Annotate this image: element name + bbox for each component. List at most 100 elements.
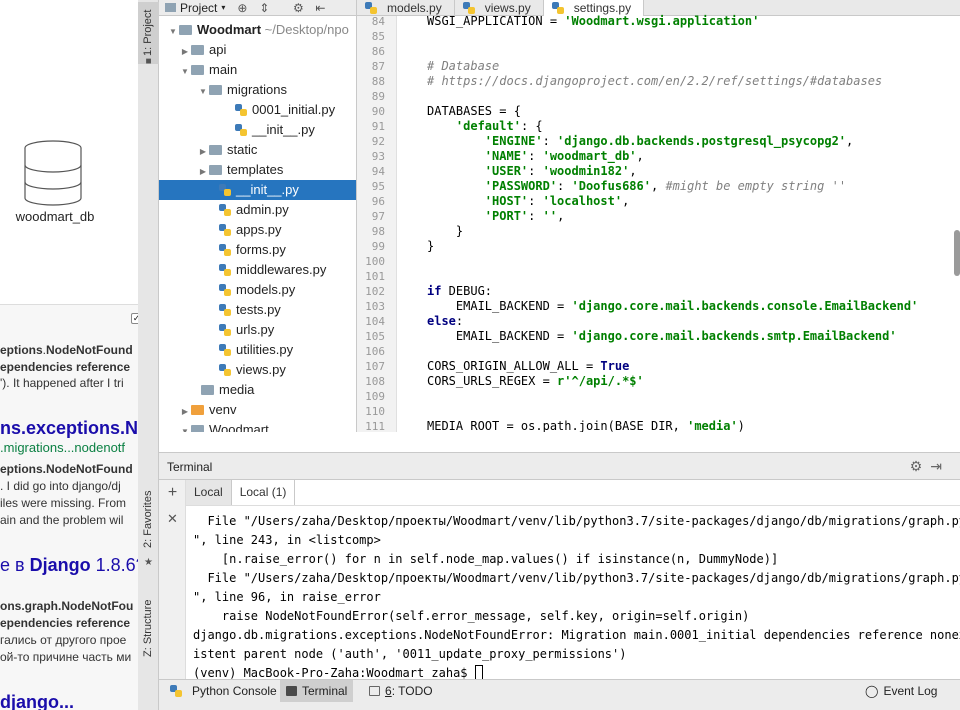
tree-item[interactable]: 0001_initial.py [159,100,356,120]
tree-item[interactable]: ▶ templates [159,160,356,182]
folder-icon [209,165,222,175]
tree-item-label: __init__.py [236,182,299,197]
tree-item-label: utilities.py [236,342,294,357]
code-line: # Database [427,59,499,74]
tree-item[interactable]: __init__.py [159,120,356,140]
search-snippet-line: ependencies reference [0,360,131,374]
tree-item[interactable]: tests.py [159,300,356,320]
code-line: EMAIL_BACKEND = 'django.core.mail.backen… [427,329,897,344]
database-label[interactable]: woodmart_db [0,209,110,224]
gear-icon[interactable]: ⚙ [910,458,931,474]
search-snippet-line: ependencies reference [0,616,131,630]
code-token: #might be empty string '' [665,179,847,193]
line-number: 95 [371,180,385,193]
code-line: MEDIA_ROOT = os.path.join(BASE_DIR, 'med… [427,419,745,432]
chevron-down-icon[interactable]: ▼ [179,422,191,432]
code-token: : [528,149,543,163]
line-number: 107 [365,360,385,373]
tree-item[interactable]: media [159,380,356,400]
terminal-title-bar: Terminal ⚙⇥ [159,453,960,480]
event-log-button[interactable]: ◯ Event Log [859,680,943,702]
code-token: EMAIL_BACKEND = [427,329,572,343]
chevron-down-icon[interactable]: ▼ [179,62,191,82]
search-result-heading[interactable]: django... [0,692,74,710]
chevron-down-icon[interactable]: ▼ [197,82,209,102]
tree-item-label: urls.py [236,322,275,337]
hide-icon[interactable]: ⇤ [309,1,331,15]
tree-item-label: static [227,142,258,157]
tree-item[interactable]: __init__.py [159,180,356,200]
hide-icon[interactable]: ⇥ [930,458,950,474]
gear-icon[interactable]: ⚙ [287,1,309,15]
chevron-right-icon[interactable]: ▶ [179,402,191,422]
tree-item[interactable]: admin.py [159,200,356,220]
tree-item[interactable]: middlewares.py [159,260,356,280]
python-file-icon [551,2,564,14]
tree-item[interactable]: ▶ api [159,40,356,62]
line-number: 86 [371,45,385,58]
editor-scrollbar[interactable] [954,230,960,276]
chevron-right-icon[interactable]: ▶ [197,162,209,182]
terminal-button[interactable]: Terminal [280,680,354,702]
tree-item[interactable]: apps.py [159,220,356,240]
code-line: CORS_ORIGIN_ALLOW_ALL = True [427,359,629,374]
python-console-button[interactable]: Python Console [164,680,283,702]
tree-item[interactable]: models.py [159,280,356,300]
code-token: , [650,179,666,193]
code-token: EMAIL_BACKEND = [427,299,572,313]
search-result-heading[interactable]: е в Django 1.8.6? [0,555,139,576]
code-token: # Database [427,59,500,73]
left-tool-strip: 1: Project ■ 2: Favorites ★ Z: Structure [138,0,159,710]
tool-tab-favorites[interactable]: 2: Favorites [138,484,159,554]
code-token: if [427,284,442,298]
project-view-dropdown[interactable]: Project ▾ [159,0,231,16]
tree-item[interactable]: ▼ main [159,60,356,82]
tree-item[interactable]: ▶ venv [159,400,356,422]
tree-item[interactable]: utilities.py [159,340,356,360]
search-snippet-line: ons.graph.NodeNotFou [0,599,134,613]
search-snippet-line: гались от другого прое [0,633,127,647]
scroll-from-source-icon[interactable]: ⊕ [231,1,253,15]
line-number: 92 [371,135,385,148]
terminal-icon [286,686,297,696]
chevron-right-icon[interactable]: ▶ [179,42,191,62]
search-result-heading[interactable]: ns.exceptions.N [0,418,138,439]
line-number: 98 [371,225,385,238]
tree-item[interactable]: ▼ Woodmart [159,420,356,432]
code-line: DATABASES = { [427,104,521,119]
collapse-all-icon[interactable]: ⇕ [253,1,275,15]
tool-tab-structure[interactable]: Z: Structure [138,586,159,670]
tool-tab-project[interactable]: 1: Project [138,2,159,64]
tree-item-label: templates [227,162,284,177]
tree-item-label: venv [209,402,237,417]
chevron-right-icon[interactable]: ▶ [197,142,209,162]
add-icon[interactable]: + [159,484,186,502]
todo-button[interactable]: 6: TODO [363,680,439,702]
code-token: CORS_ORIGIN_ALLOW_ALL = [427,359,601,373]
tree-item[interactable]: forms.py [159,240,356,260]
line-number: 94 [371,165,385,178]
line-number: 89 [371,90,385,103]
terminal-output[interactable]: File "/Users/zaha/Desktop/проекты/Woodma… [186,505,960,680]
python-file-icon [235,124,247,136]
terminal-tab[interactable]: Local [186,480,232,505]
tree-item[interactable]: ▶ static [159,140,356,162]
python-file-icon [462,2,475,14]
line-number: 93 [371,150,385,163]
close-icon[interactable]: ✕ [159,511,186,527]
search-snippet-line: eptions.NodeNotFound [0,462,133,476]
tree-item[interactable]: ▼ Woodmart ~/Desktop/npo [159,20,356,42]
terminal-tab[interactable]: Local (1) [231,480,296,505]
tree-item[interactable]: ▼ migrations [159,80,356,102]
code-line: WSGI_APPLICATION = 'Woodmart.wsgi.applic… [427,14,759,29]
chevron-down-icon[interactable]: ▼ [167,22,179,42]
terminal-line: [n.raise_error() for n in self.node_map.… [193,552,779,566]
code-token: 'default' [455,119,521,133]
terminal-line: ", line 243, in <listcomp> [193,533,381,547]
tree-item[interactable]: urls.py [159,320,356,340]
python-file-icon [219,184,231,196]
tree-item[interactable]: views.py [159,360,356,380]
folder-icon [179,25,192,35]
